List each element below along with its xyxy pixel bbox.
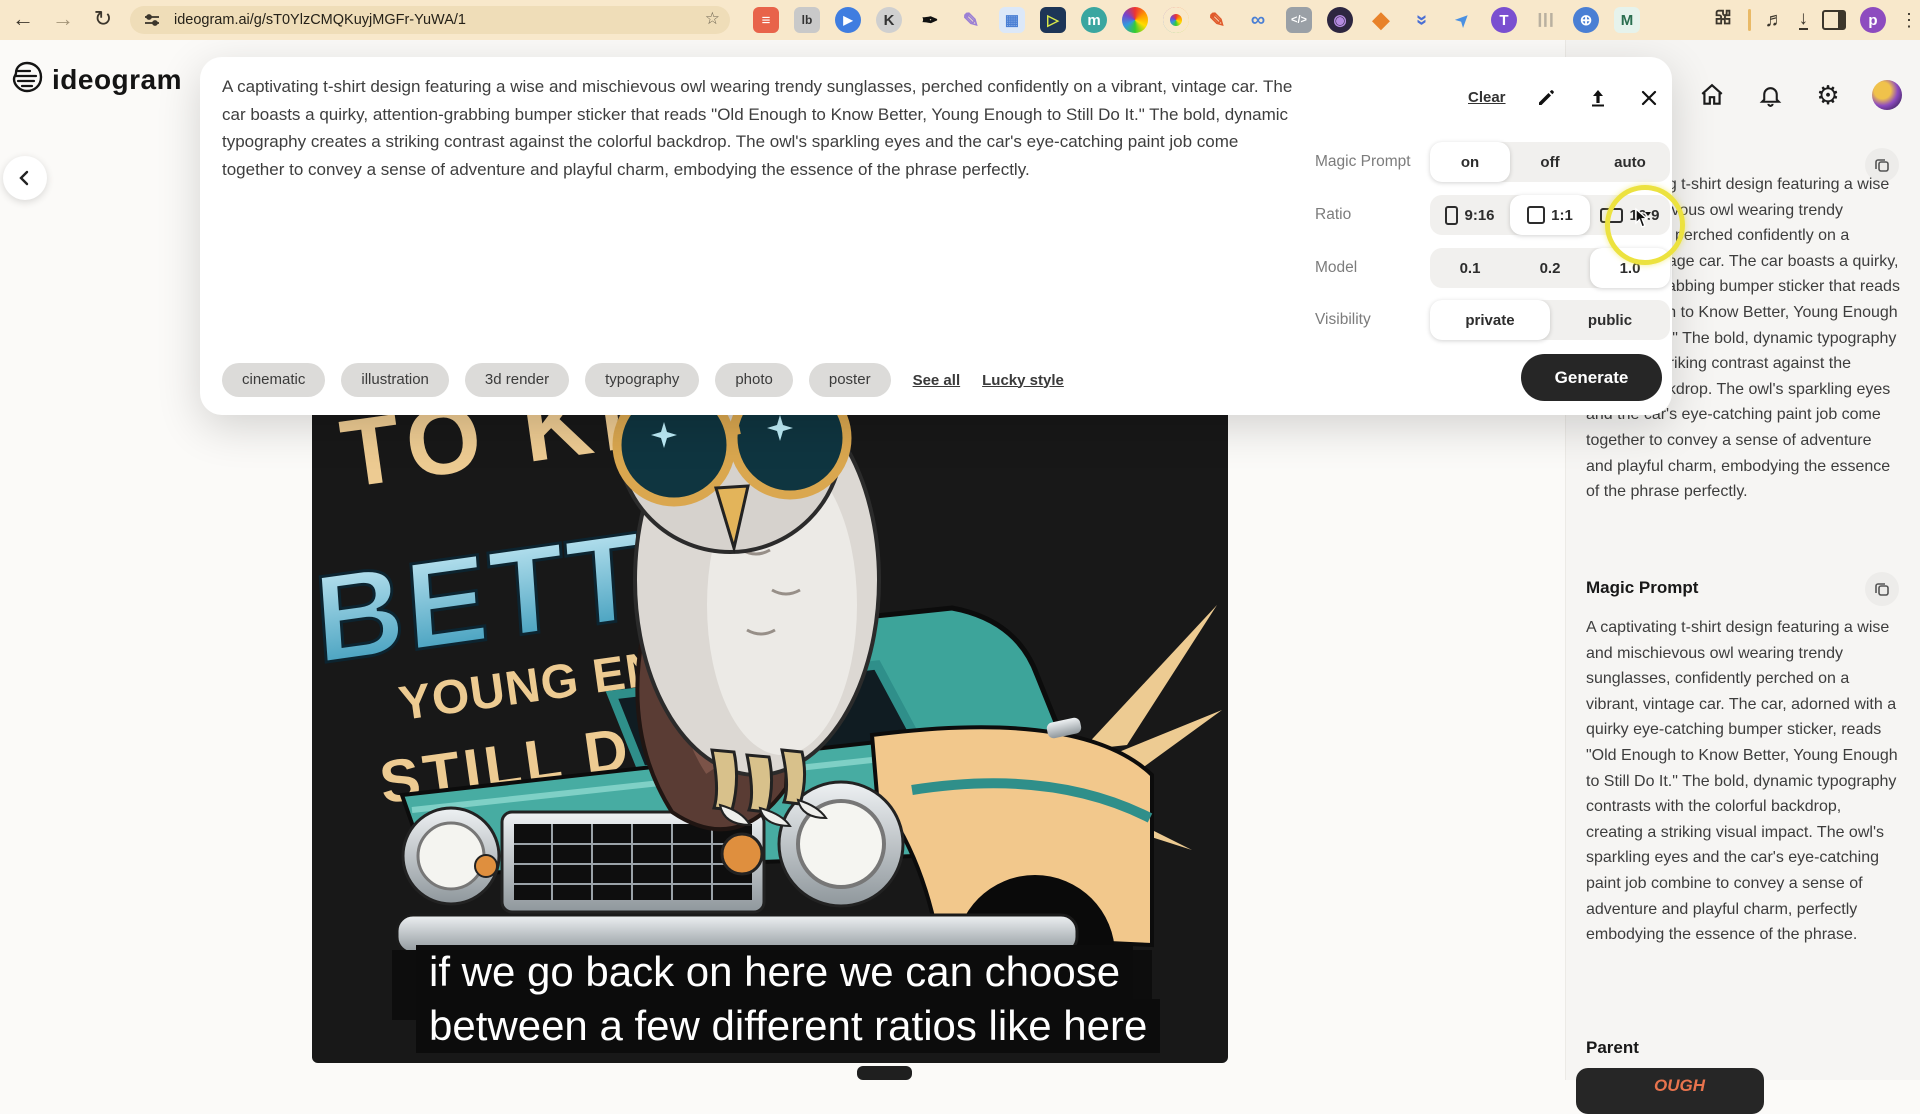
- visibility-option-private[interactable]: private: [1430, 300, 1550, 340]
- browser-back-icon[interactable]: ←: [8, 4, 38, 34]
- next-image-peek[interactable]: [857, 1066, 912, 1080]
- model-label: Model: [1315, 259, 1358, 276]
- upload-icon[interactable]: [1585, 85, 1611, 111]
- generate-button[interactable]: Generate: [1521, 354, 1662, 401]
- playlist-icon[interactable]: ♬: [1765, 9, 1785, 32]
- ratio-option-1-1[interactable]: 1:1: [1510, 195, 1590, 235]
- parent-thumbnail[interactable]: OUGH: [1576, 1068, 1764, 1114]
- settings-gear-icon[interactable]: ⚙: [1814, 80, 1842, 110]
- model-option-0-1[interactable]: 0.1: [1430, 248, 1510, 288]
- link-icon[interactable]: ∞: [1245, 7, 1271, 33]
- prompt-dialog: A captivating t-shirt design featuring a…: [200, 57, 1672, 415]
- m-teal-icon[interactable]: m: [1081, 7, 1107, 33]
- ideogram-logo[interactable]: ideogram: [10, 60, 182, 99]
- tag-cinematic[interactable]: cinematic: [222, 363, 326, 397]
- color-ring-icon[interactable]: [1163, 7, 1189, 33]
- edit-pencil-icon[interactable]: [1533, 85, 1559, 111]
- magic-prompt-option-off[interactable]: off: [1510, 142, 1590, 182]
- color-wheel-icon[interactable]: [1122, 7, 1148, 33]
- extension-row: ≡ lb ▶ K ✒ ✎ ▦ ▷ m ✎ ∞ </> ◉ ◆ » ➤ T ☰ ⊕ M: [753, 0, 1640, 40]
- magic-prompt-label: Magic Prompt: [1315, 153, 1411, 170]
- magic-prompt-text: A captivating t-shirt design featuring a…: [1586, 619, 1898, 944]
- see-all-link[interactable]: See all: [913, 372, 961, 389]
- caption-line-1: if we go back on here we can choose: [416, 945, 1134, 999]
- magic-prompt-heading: Magic Prompt: [1586, 578, 1699, 597]
- portrait-ratio-icon: [1445, 205, 1459, 225]
- lucky-style-link[interactable]: Lucky style: [982, 372, 1064, 389]
- ratio-option-9-16[interactable]: 9:16: [1430, 195, 1510, 235]
- visibility-label: Visibility: [1315, 311, 1371, 328]
- ideogram-brain-icon: [10, 60, 44, 99]
- bars-icon[interactable]: ☰: [1532, 7, 1558, 33]
- todoist-icon[interactable]: ≡: [753, 7, 779, 33]
- home-icon[interactable]: [1698, 81, 1726, 109]
- magic-prompt-option-on[interactable]: on: [1430, 142, 1510, 182]
- tag-illustration[interactable]: illustration: [341, 363, 449, 397]
- visibility-segmented: private public: [1430, 300, 1670, 340]
- globe-blue-icon[interactable]: ⊕: [1573, 7, 1599, 33]
- prompt-input[interactable]: A captivating t-shirt design featuring a…: [222, 73, 1297, 183]
- browser-toolbar: ← → ↻ ideogram.ai/g/sT0YlzCMQKuyjMGFr-Yu…: [0, 0, 1920, 40]
- side-panel-icon[interactable]: [1822, 10, 1846, 30]
- logo-text: ideogram: [52, 63, 183, 95]
- caption-line-2: between a few different ratios like here: [416, 999, 1161, 1053]
- code-icon[interactable]: </>: [1286, 7, 1312, 33]
- toolbar-separator: [1747, 9, 1751, 31]
- download-icon[interactable]: ↓: [1798, 9, 1808, 30]
- photo-frame-icon[interactable]: ▦: [999, 7, 1025, 33]
- user-avatar[interactable]: [1872, 80, 1902, 110]
- navy-play-icon[interactable]: ▷: [1040, 7, 1066, 33]
- browser-reload-icon[interactable]: ↻: [88, 4, 118, 34]
- back-button[interactable]: [3, 156, 47, 200]
- model-option-0-2[interactable]: 0.2: [1510, 248, 1590, 288]
- extensions-puzzle-icon[interactable]: [1712, 7, 1734, 34]
- tag-3d-render[interactable]: 3d render: [464, 363, 570, 397]
- ratio-label: Ratio: [1315, 206, 1352, 223]
- url-text: ideogram.ai/g/sT0YlzCMQKuyjMGFr-YuWA/1: [174, 12, 466, 28]
- style-tag-row: cinematic illustration 3d render typogra…: [222, 363, 1064, 397]
- play-blue-icon[interactable]: ▶: [835, 7, 861, 33]
- k-circle-icon[interactable]: K: [876, 7, 902, 33]
- clear-link[interactable]: Clear: [1468, 89, 1506, 106]
- browser-profile-avatar[interactable]: p: [1860, 7, 1886, 33]
- cursor-icon: [1628, 206, 1654, 237]
- eye-purple-icon[interactable]: ◉: [1327, 7, 1353, 33]
- tag-photo[interactable]: photo: [715, 363, 793, 397]
- visibility-option-public[interactable]: public: [1550, 300, 1670, 340]
- bookmark-star-icon[interactable]: ☆: [705, 9, 720, 29]
- copy-magic-prompt-icon[interactable]: [1865, 572, 1899, 606]
- eyedropper-icon[interactable]: ✒: [917, 7, 943, 33]
- browser-menu-icon[interactable]: ⋮: [1900, 10, 1918, 31]
- magic-prompt-segmented: on off auto: [1430, 142, 1670, 182]
- close-icon[interactable]: [1636, 85, 1662, 111]
- parent-thumbnail-text: OUGH: [1654, 1076, 1705, 1095]
- t-purple-icon[interactable]: T: [1491, 7, 1517, 33]
- address-bar[interactable]: ideogram.ai/g/sT0YlzCMQKuyjMGFr-YuWA/1 ☆: [130, 6, 730, 34]
- chevrons-blue-icon[interactable]: »: [1409, 7, 1435, 33]
- site-settings-icon[interactable]: [144, 12, 160, 33]
- magic-prompt-option-auto[interactable]: auto: [1590, 142, 1670, 182]
- notifications-bell-icon[interactable]: [1756, 81, 1784, 109]
- tag-typography[interactable]: typography: [585, 363, 700, 397]
- m-green-icon[interactable]: M: [1614, 7, 1640, 33]
- pin-blue-icon[interactable]: ➤: [1445, 2, 1482, 39]
- parent-heading: Parent: [1586, 1038, 1639, 1057]
- orange-pen-icon[interactable]: ✎: [1204, 7, 1230, 33]
- tag-poster[interactable]: poster: [808, 363, 891, 397]
- browser-forward-icon[interactable]: →: [48, 4, 78, 34]
- lb-icon[interactable]: lb: [794, 7, 820, 33]
- purple-pen-icon[interactable]: ✎: [958, 7, 984, 33]
- square-ratio-icon: [1527, 206, 1546, 224]
- metamask-fox-icon[interactable]: ◆: [1368, 7, 1394, 33]
